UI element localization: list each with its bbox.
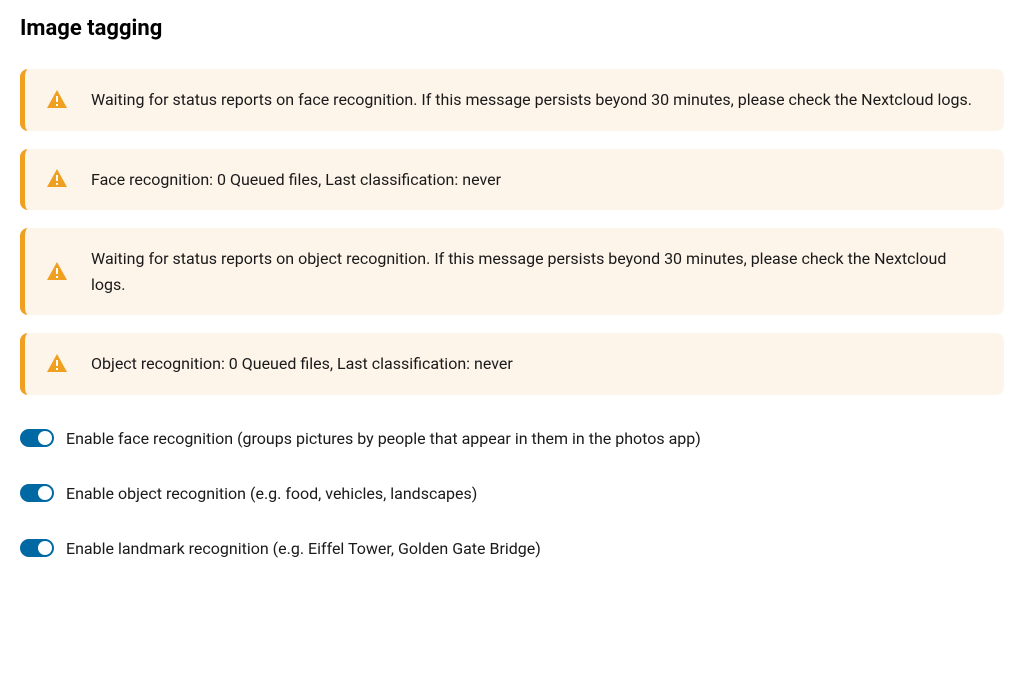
alert-text: Object recognition: 0 Queued files, Last… — [91, 351, 513, 377]
toggle-row-object-recognition: Enable object recognition (e.g. food, ve… — [20, 484, 1004, 503]
toggle-object-recognition[interactable] — [20, 484, 54, 502]
alert-text: Face recognition: 0 Queued files, Last c… — [91, 167, 501, 193]
warning-icon — [45, 260, 69, 284]
toggle-label-face-recognition[interactable]: Enable face recognition (groups pictures… — [66, 429, 701, 448]
toggle-label-landmark-recognition[interactable]: Enable landmark recognition (e.g. Eiffel… — [66, 539, 541, 558]
warning-icon — [45, 352, 69, 376]
alert-face-recognition-status: Face recognition: 0 Queued files, Last c… — [20, 149, 1004, 211]
toggle-row-landmark-recognition: Enable landmark recognition (e.g. Eiffel… — [20, 539, 1004, 558]
toggle-section: Enable face recognition (groups pictures… — [20, 429, 1004, 558]
alert-object-recognition-status: Object recognition: 0 Queued files, Last… — [20, 333, 1004, 395]
warning-icon — [45, 167, 69, 191]
toggle-face-recognition[interactable] — [20, 429, 54, 447]
warning-icon — [45, 88, 69, 112]
alert-text: Waiting for status reports on object rec… — [91, 246, 984, 297]
toggle-landmark-recognition[interactable] — [20, 539, 54, 557]
alert-face-recognition-waiting: Waiting for status reports on face recog… — [20, 69, 1004, 131]
page-title: Image tagging — [20, 16, 1004, 41]
toggle-label-object-recognition[interactable]: Enable object recognition (e.g. food, ve… — [66, 484, 477, 503]
alert-object-recognition-waiting: Waiting for status reports on object rec… — [20, 228, 1004, 315]
toggle-row-face-recognition: Enable face recognition (groups pictures… — [20, 429, 1004, 448]
alert-text: Waiting for status reports on face recog… — [91, 87, 972, 113]
